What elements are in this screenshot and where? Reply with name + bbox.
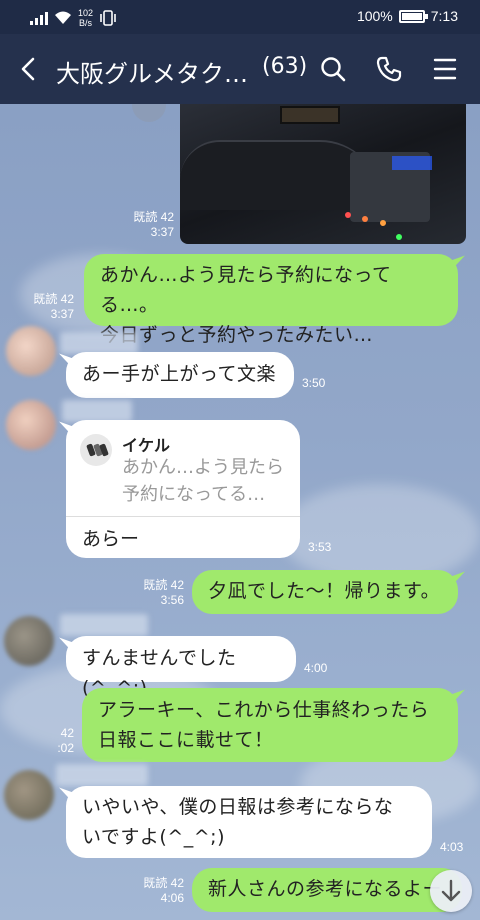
message-text: あー手が上がって文楽 (82, 363, 277, 385)
incoming-message[interactable]: いやいや、僕の日報は参考にならな いですよ(^_^;) (66, 786, 432, 858)
status-bar: 102 B/s 100% 7:13 (0, 0, 480, 34)
photo-detail (345, 212, 351, 218)
message-text: 日報ここに載せて！ (98, 729, 274, 751)
chat-header: 大阪グルメタク… (63) (0, 34, 480, 104)
message-text: いやいや、僕の日報は参考にならな (82, 796, 394, 818)
message-text: 今日ずっと予約やったみたい… (100, 324, 374, 346)
avatar[interactable] (4, 770, 54, 820)
photo-detail (362, 216, 368, 222)
status-right: 100% 7:13 (357, 8, 458, 24)
avatar[interactable] (4, 616, 54, 666)
chat-area[interactable]: 既読 42 3:37 あかん…よう見たら予約になってる…。 今日ずっと予約やった… (0, 104, 480, 920)
outgoing-message[interactable]: 新人さんの参考になるよー (192, 868, 462, 912)
read-receipt: 既読 42 3:37 (118, 210, 174, 240)
quoted-line: 予約になってる… (122, 484, 266, 505)
photo-message[interactable] (180, 104, 466, 244)
clock: 7:13 (430, 8, 458, 24)
read-receipt: 42 :02 (40, 726, 74, 756)
sender-name (60, 614, 148, 636)
incoming-message[interactable]: あー手が上がって文楽 (66, 352, 294, 398)
message-text: いですよ(^_^;) (82, 826, 225, 848)
avatar[interactable] (6, 326, 56, 376)
signal-icon (30, 11, 48, 25)
sender-name (56, 764, 148, 786)
vibrate-icon (100, 10, 116, 26)
message-text: あらー (82, 528, 140, 550)
share-button[interactable] (132, 104, 166, 122)
outgoing-message[interactable]: あかん…よう見たら予約になってる…。 今日ずっと予約やったみたい… (84, 254, 458, 346)
message-time: 4:06 (160, 891, 184, 905)
quoted-text: あかん…よう見たら 予約になってる… (122, 454, 292, 508)
outgoing-message[interactable]: 夕凪でした〜！帰ります。 (192, 570, 458, 614)
quoted-line: あかん…よう見たら (122, 457, 284, 478)
network-speed-unit: B/s (79, 18, 93, 28)
battery-fill (401, 12, 422, 20)
photo-detail (280, 106, 340, 124)
read-count: 既読 42 (143, 578, 184, 592)
read-receipt: 既読 42 4:06 (128, 876, 184, 906)
message-time: :02 (57, 741, 74, 755)
photo-detail (392, 156, 432, 170)
phone-icon[interactable] (374, 54, 404, 84)
arrow-down-icon (441, 879, 461, 902)
message-time: 3:56 (160, 593, 184, 607)
read-receipt: 既読 42 3:37 (18, 292, 74, 322)
sender-name (62, 400, 132, 422)
read-count: 42 (60, 726, 74, 740)
sender-name (60, 332, 138, 354)
network-speed-value: 102 (78, 8, 94, 18)
message-time: 4:00 (304, 661, 328, 675)
background-cloud (280, 484, 480, 584)
scroll-down-button[interactable] (430, 870, 472, 912)
message-time: 3:53 (308, 540, 332, 554)
message-time: 3:37 (50, 307, 74, 321)
incoming-message[interactable]: すんませんでした(^_^;) (66, 636, 296, 699)
reply-message[interactable]: イケル あかん…よう見たら 予約になってる… あらー (66, 420, 300, 558)
status-left: 102 B/s (30, 8, 117, 28)
member-count[interactable]: (63) (262, 54, 307, 79)
photo-detail (380, 220, 386, 226)
read-count: 既読 42 (133, 210, 174, 224)
quoted-avatar (80, 434, 112, 466)
wifi-icon (55, 11, 71, 24)
message-text: 新人さんの参考になるよー (208, 878, 443, 900)
photo-detail (396, 234, 402, 240)
message-time: 3:50 (302, 376, 326, 390)
battery-icon (398, 9, 428, 23)
outgoing-message[interactable]: アラーキー、これから仕事終わったら 日報ここに載せて！ (82, 688, 458, 762)
message-time: 4:03 (440, 840, 464, 854)
chat-title[interactable]: 大阪グルメタク… (56, 54, 248, 89)
network-speed: 102 B/s (78, 8, 93, 28)
back-icon[interactable] (14, 54, 44, 84)
message-text: あかん…よう見たら予約になってる…。 (100, 264, 392, 316)
avatar[interactable] (6, 400, 56, 450)
battery-percent: 100% (356, 8, 393, 24)
message-text: アラーキー、これから仕事終わったら (98, 699, 430, 721)
read-count: 既読 42 (33, 292, 74, 306)
message-text: 夕凪でした〜！帰ります。 (208, 580, 441, 602)
message-time: 3:37 (150, 225, 174, 239)
reply-divider (66, 516, 300, 517)
read-count: 既読 42 (143, 876, 184, 890)
search-icon[interactable] (318, 54, 348, 84)
menu-icon[interactable] (432, 56, 458, 82)
read-receipt: 既読 42 3:56 (128, 578, 184, 608)
quoted-sender: イケル (122, 436, 171, 455)
